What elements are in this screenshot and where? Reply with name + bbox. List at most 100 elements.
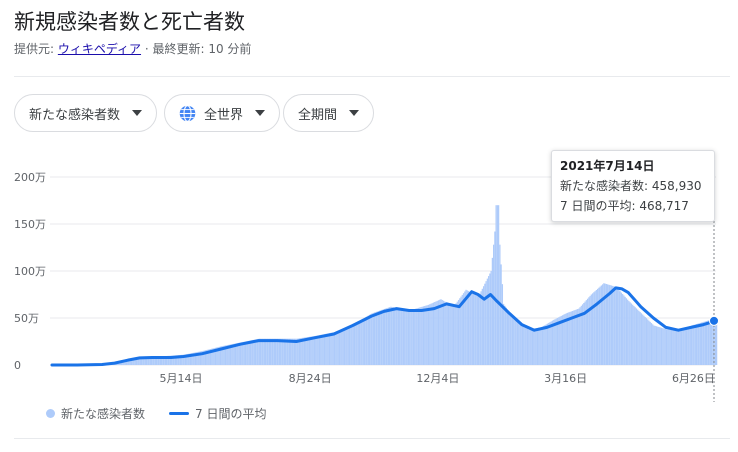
- daily-case-bar: [591, 293, 594, 365]
- daily-case-bar: [381, 309, 383, 365]
- daily-case-bar: [431, 303, 433, 365]
- daily-case-bar: [705, 321, 708, 365]
- daily-case-bar: [392, 307, 395, 365]
- daily-case-bar: [303, 337, 306, 365]
- daily-case-bar: [416, 308, 418, 365]
- daily-case-bar: [619, 291, 621, 365]
- daily-case-bar: [645, 318, 648, 365]
- daily-case-bar: [509, 313, 511, 365]
- metric-filter-button[interactable]: 新たな感染者数: [14, 94, 158, 132]
- daily-case-bar: [275, 338, 277, 365]
- daily-case-bar: [454, 305, 456, 365]
- daily-case-bar: [643, 315, 645, 365]
- chevron-down-icon: [349, 110, 360, 116]
- daily-case-bar: [644, 316, 646, 365]
- daily-case-bar: [694, 324, 696, 365]
- y-tick-label: 50万: [14, 312, 39, 325]
- chevron-down-icon: [132, 110, 143, 116]
- region-filter-button[interactable]: 全世界: [164, 94, 281, 132]
- daily-case-bar: [343, 328, 346, 365]
- daily-case-bar: [599, 286, 601, 365]
- tooltip-cases-value: 458,930: [651, 179, 702, 193]
- daily-case-bar: [682, 329, 684, 365]
- daily-case-bar: [609, 285, 611, 365]
- daily-case-bar: [302, 337, 304, 365]
- daily-case-bar: [412, 309, 415, 365]
- daily-case-bar: [707, 320, 709, 365]
- daily-case-bar: [648, 320, 650, 365]
- daily-case-bar: [430, 303, 432, 365]
- daily-case-bar: [635, 308, 638, 365]
- daily-case-bar: [469, 291, 471, 365]
- daily-case-bar: [357, 321, 359, 365]
- daily-case-bar: [362, 318, 364, 365]
- daily-case-bar: [327, 333, 329, 365]
- daily-case-bar: [704, 321, 706, 365]
- daily-case-bar: [637, 309, 639, 365]
- daily-case-bar: [440, 299, 442, 365]
- daily-case-bar: [544, 325, 546, 365]
- daily-case-bar: [670, 330, 673, 365]
- daily-case-bar: [689, 326, 691, 365]
- daily-case-bar: [613, 286, 615, 365]
- daily-case-bar: [536, 327, 539, 365]
- daily-case-bar: [485, 281, 487, 365]
- daily-case-bar: [630, 303, 633, 365]
- daily-case-bar: [326, 333, 328, 365]
- legend-line-swatch: [169, 412, 190, 415]
- daily-case-bar: [486, 278, 488, 365]
- daily-case-bar: [490, 271, 492, 365]
- daily-case-bar: [481, 288, 483, 365]
- daily-case-bar: [489, 273, 491, 365]
- daily-case-bar: [315, 335, 317, 365]
- daily-case-bar: [596, 288, 599, 365]
- tooltip-cases: 新たな感染者数: 458,930: [560, 176, 706, 196]
- daily-case-bar: [387, 307, 390, 365]
- y-tick-label: 150万: [14, 218, 46, 231]
- chevron-down-icon: [255, 110, 266, 116]
- daily-case-bar: [261, 338, 263, 365]
- daily-case-bar: [548, 322, 550, 365]
- x-tick-label: 12月4日: [416, 372, 459, 385]
- daily-case-bar: [406, 309, 408, 365]
- daily-case-bar: [352, 324, 354, 365]
- daily-case-bar: [425, 305, 427, 365]
- daily-case-bar: [251, 340, 253, 365]
- daily-case-bar: [276, 338, 278, 365]
- daily-case-bar: [358, 320, 361, 365]
- daily-case-bar: [396, 307, 398, 365]
- daily-case-bar: [665, 329, 668, 365]
- daily-case-bar: [501, 284, 504, 365]
- daily-case-bar: [280, 338, 282, 365]
- daily-case-bar: [534, 328, 536, 365]
- daily-case-bar: [308, 336, 311, 365]
- daily-case-bar: [313, 336, 316, 365]
- daily-case-bar: [278, 338, 281, 365]
- daily-case-bar: [263, 338, 265, 365]
- daily-case-bar: [389, 307, 391, 365]
- daily-case-bar: [414, 308, 416, 365]
- daily-case-bar: [677, 330, 679, 365]
- daily-case-bar: [476, 295, 478, 365]
- daily-case-bar: [377, 311, 379, 365]
- daily-case-bar: [457, 299, 460, 365]
- daily-case-bar: [346, 327, 348, 365]
- daily-case-bar: [667, 329, 669, 365]
- daily-case-bar: [533, 328, 535, 365]
- tooltip-average-label: 7 日間の平均:: [560, 199, 640, 213]
- region-filter-label: 全世界: [204, 107, 244, 123]
- source-link[interactable]: ウィキペディア: [58, 42, 141, 56]
- daily-case-bar: [608, 284, 610, 365]
- legend-daily-label: 新たな感染者数: [61, 407, 146, 421]
- daily-case-bar: [456, 301, 458, 365]
- period-filter-button[interactable]: 全期間: [283, 94, 375, 132]
- daily-case-bar: [496, 205, 499, 365]
- daily-case-bar: [337, 330, 339, 365]
- daily-case-bar: [620, 292, 623, 365]
- daily-case-bar: [252, 339, 254, 365]
- daily-case-bar: [528, 329, 530, 365]
- daily-case-bar: [407, 310, 410, 365]
- daily-case-bar: [311, 336, 313, 365]
- daily-case-bar: [503, 303, 505, 365]
- daily-case-bar: [658, 327, 660, 365]
